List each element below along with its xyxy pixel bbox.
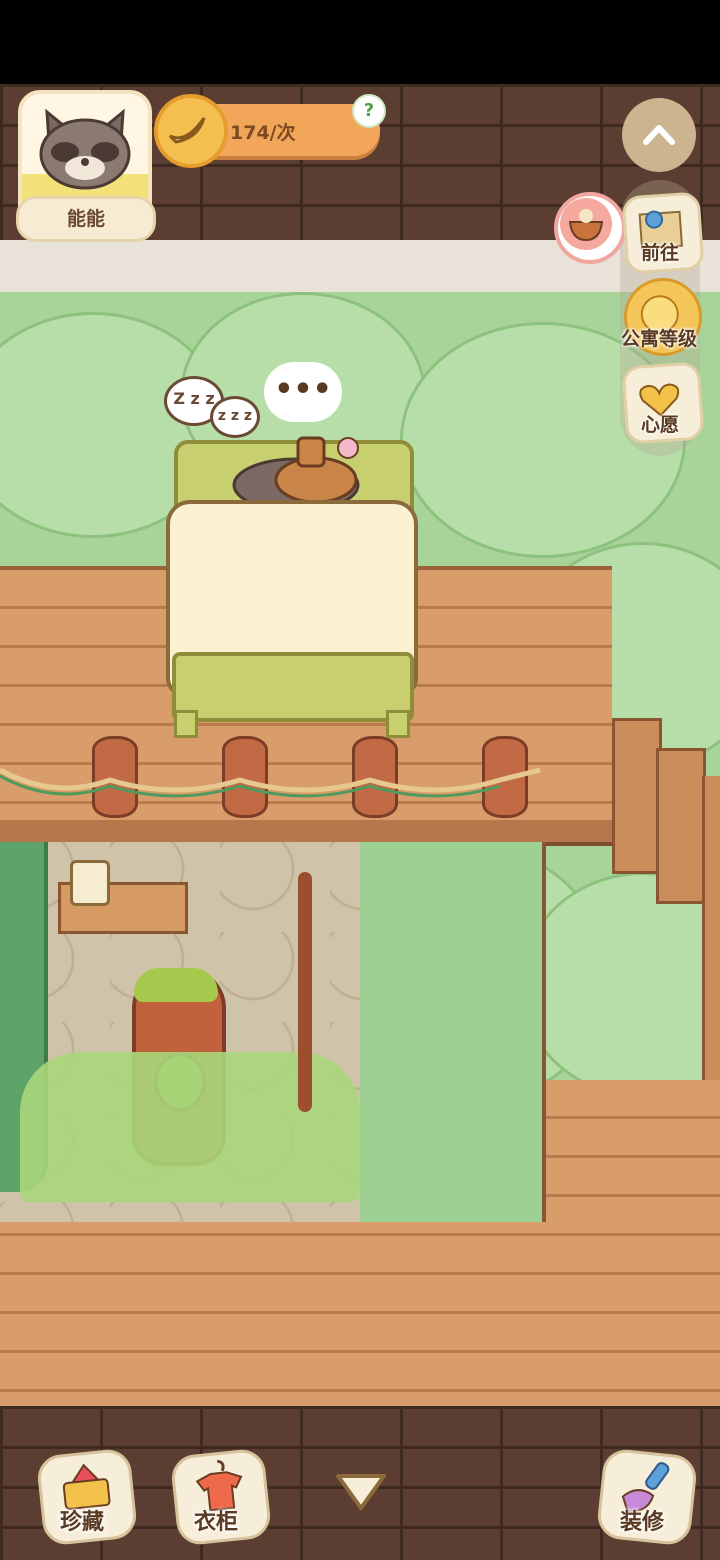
stair-step	[612, 718, 662, 874]
banana-icon	[154, 94, 228, 168]
stair-post	[702, 776, 720, 1106]
energy-value: 174/次	[230, 122, 296, 144]
window-opening	[360, 842, 546, 1222]
fence-rope	[0, 767, 541, 798]
collection-label: 珍藏	[60, 1510, 105, 1535]
expand-button[interactable]	[334, 1472, 388, 1514]
stair-step	[656, 748, 706, 904]
moss-top	[134, 968, 218, 1002]
bed-leg	[386, 710, 410, 738]
bed-leg	[174, 710, 198, 738]
hanging-vine	[298, 872, 312, 1112]
triangle-down-icon	[336, 1474, 386, 1510]
food-bowl-button[interactable]	[554, 192, 626, 264]
apartment-level-label: 公寓等级	[620, 328, 697, 350]
go-label: 前往	[640, 242, 679, 264]
speech-bubble[interactable]: •••	[264, 362, 342, 422]
stone-room	[0, 842, 364, 1222]
paper-roll	[70, 860, 110, 906]
food-bowl-icon	[560, 198, 612, 250]
wardrobe-label: 衣柜	[194, 1510, 239, 1535]
player-name: 能能	[16, 196, 156, 242]
status-bar	[0, 0, 720, 84]
wish-label: 心愿	[640, 414, 679, 436]
sleeping-raccoon[interactable]	[226, 430, 366, 510]
decorate-label: 装修	[620, 1510, 665, 1535]
raccoon-avatar-icon	[39, 108, 131, 190]
chevron-up-icon	[643, 125, 675, 145]
collapse-button[interactable]	[622, 98, 696, 172]
sleep-bubble-small: z z z	[210, 396, 260, 438]
bed-footboard	[172, 652, 414, 722]
help-button[interactable]: ?	[352, 94, 386, 128]
